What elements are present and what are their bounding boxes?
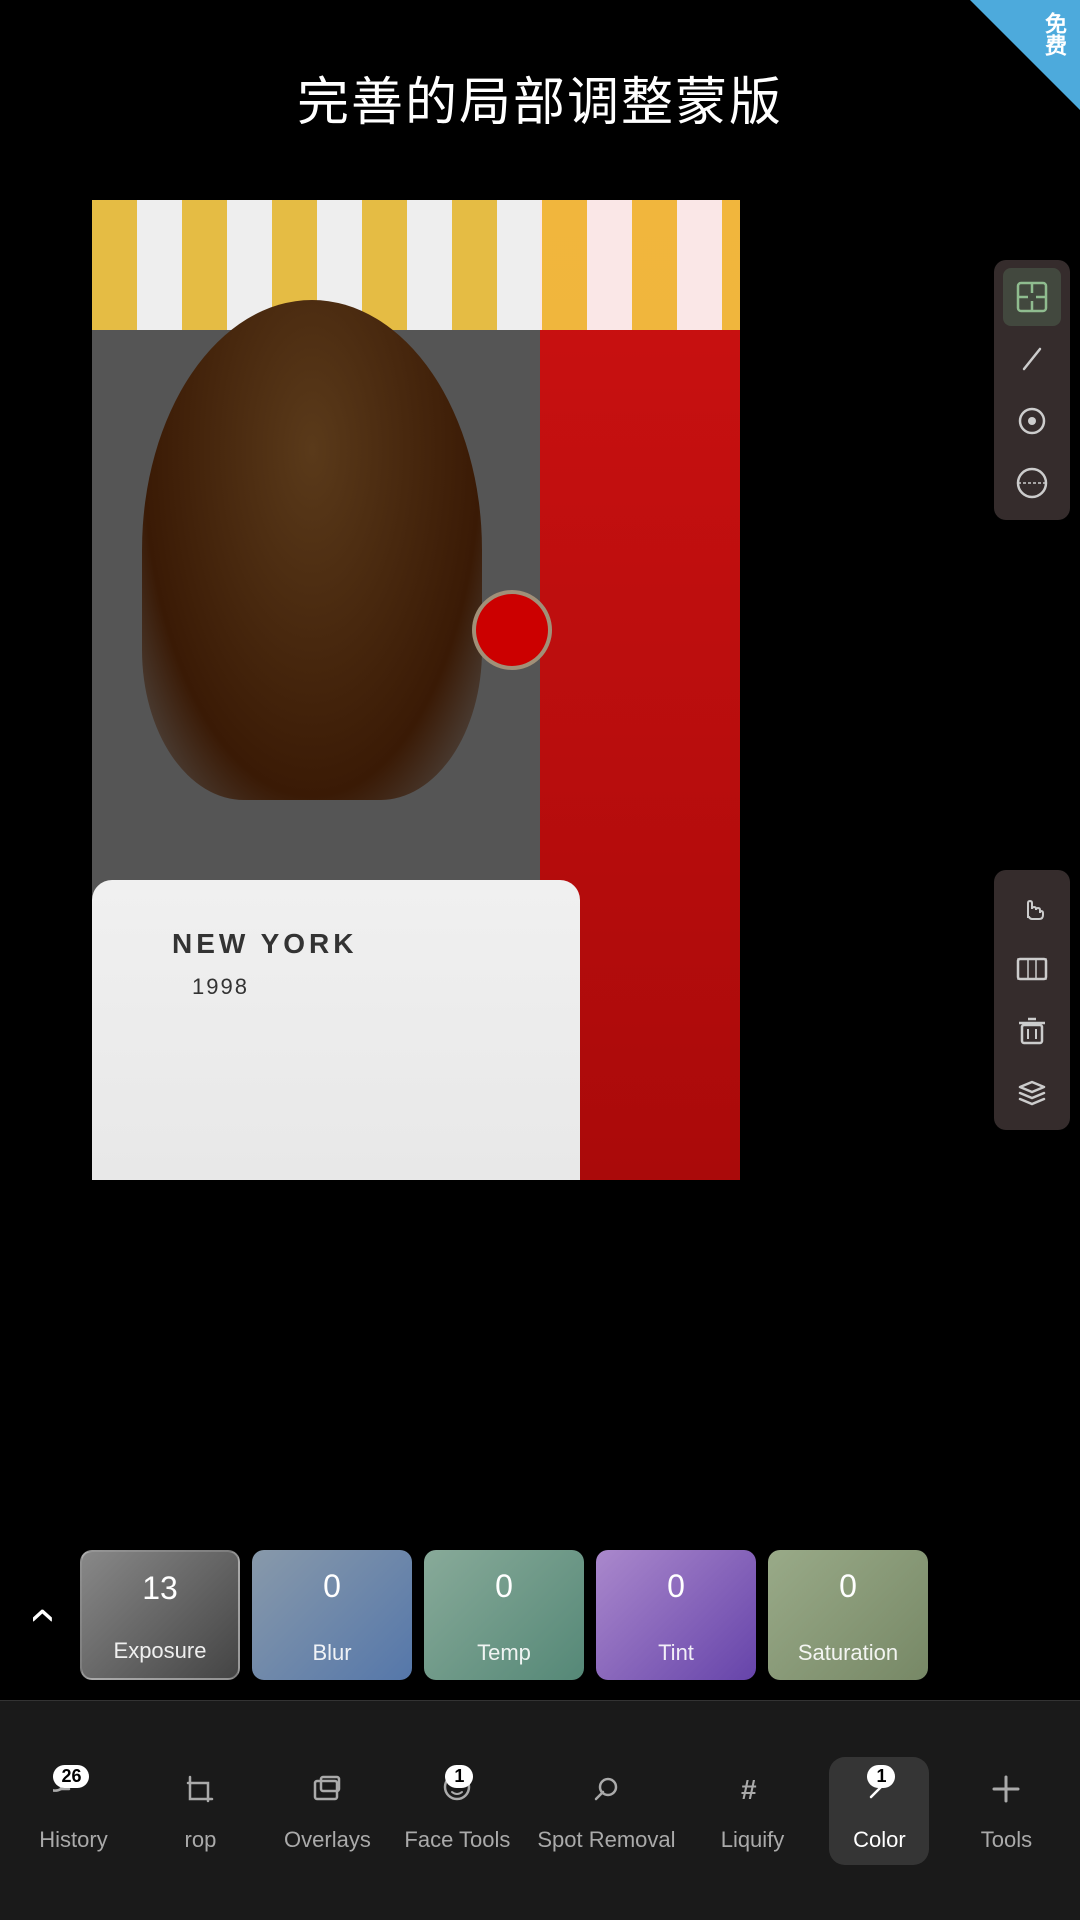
svg-text:#: # — [741, 1774, 757, 1805]
nav-icon-spot-removal — [586, 1769, 626, 1819]
nav-icon-overlays — [307, 1769, 347, 1819]
radial-tool-button[interactable] — [1003, 392, 1061, 450]
nav-label-overlays: Overlays — [284, 1827, 371, 1853]
linear-tool-button[interactable] — [1003, 454, 1061, 512]
nav-icon-face-tools: 1 — [437, 1769, 477, 1819]
delete-icon — [1014, 1013, 1050, 1049]
radial-icon — [1014, 403, 1050, 439]
nav-badge-face-tools: 1 — [445, 1765, 473, 1788]
nav-icon-crop — [180, 1769, 220, 1819]
top-banner: 完善的局部调整蒙版 — [0, 0, 1080, 165]
nav-item-color[interactable]: 1 Color — [829, 1757, 929, 1865]
nav-item-tools[interactable]: Tools — [956, 1769, 1056, 1853]
photo-canvas[interactable]: NEW YORK 1998 — [92, 200, 740, 1180]
selection-indicator[interactable] — [472, 590, 552, 670]
nav-item-crop[interactable]: rop — [150, 1769, 250, 1853]
nav-label-liquify: Liquify — [721, 1827, 785, 1853]
layers-icon — [1014, 1075, 1050, 1111]
nav-badge-history: 26 — [53, 1765, 89, 1788]
nav-item-overlays[interactable]: Overlays — [277, 1769, 377, 1853]
adj-value-saturation: 0 — [768, 1568, 928, 1605]
adj-value-temp: 0 — [424, 1568, 584, 1605]
adj-item-saturation[interactable]: 0 Saturation — [768, 1550, 928, 1680]
nav-label-tools: Tools — [981, 1827, 1032, 1853]
adj-collapse-button[interactable]: ‹ — [10, 1540, 80, 1690]
nav-item-face-tools[interactable]: 1 Face Tools — [404, 1769, 510, 1853]
nav-icon-tools — [986, 1769, 1026, 1819]
adj-item-temp[interactable]: 0 Temp — [424, 1550, 584, 1680]
bottom-nav: 26 History rop Overlays 1 Face Tools Spo… — [0, 1700, 1080, 1920]
photo-awning — [92, 200, 740, 330]
nav-label-history: History — [39, 1827, 107, 1853]
layers-tool-button[interactable] — [1003, 1064, 1061, 1122]
nav-label-crop: rop — [185, 1827, 217, 1853]
shirt-text-year: 1998 — [192, 974, 249, 1000]
adj-value-exposure: 13 — [82, 1570, 238, 1607]
transform-tool-button[interactable] — [1003, 940, 1061, 998]
nav-icon-color: 1 — [859, 1769, 899, 1819]
adj-label-tint: Tint — [658, 1640, 694, 1666]
nav-item-history[interactable]: 26 History — [23, 1769, 123, 1853]
adj-label-exposure: Exposure — [114, 1638, 207, 1664]
nav-badge-color: 1 — [867, 1765, 895, 1788]
transform-icon — [1014, 951, 1050, 987]
select-tool-button[interactable] — [1003, 268, 1061, 326]
select-icon — [1014, 279, 1050, 315]
nav-label-color: Color — [853, 1827, 906, 1853]
photo-hair — [142, 300, 482, 800]
toolbar-bottom — [994, 870, 1070, 1130]
adj-items-container: 13 Exposure 0 Blur 0 Temp 0 Tint 0 Satur… — [80, 1550, 934, 1680]
adjustment-strip: ‹ 13 Exposure 0 Blur 0 Temp 0 Tint 0 Sat… — [0, 1540, 1080, 1690]
adj-label-blur: Blur — [312, 1640, 351, 1666]
nav-icon-liquify: # — [733, 1769, 773, 1819]
nav-item-liquify[interactable]: # Liquify — [703, 1769, 803, 1853]
nav-item-spot-removal[interactable]: Spot Removal — [537, 1769, 675, 1853]
hand-tool-button[interactable] — [1003, 878, 1061, 936]
adj-value-blur: 0 — [252, 1568, 412, 1605]
photo-shirt — [92, 880, 580, 1180]
nav-label-spot-removal: Spot Removal — [537, 1827, 675, 1853]
adj-item-exposure[interactable]: 13 Exposure — [80, 1550, 240, 1680]
delete-tool-button[interactable] — [1003, 1002, 1061, 1060]
toolbar-top — [994, 260, 1070, 520]
brush-tool-button[interactable] — [1003, 330, 1061, 388]
adj-value-tint: 0 — [596, 1568, 756, 1605]
hand-icon — [1014, 889, 1050, 925]
shirt-text-newyork: NEW YORK — [172, 928, 358, 960]
nav-icon-history: 26 — [53, 1769, 93, 1819]
adj-item-tint[interactable]: 0 Tint — [596, 1550, 756, 1680]
page-title: 完善的局部调整蒙版 — [297, 60, 783, 135]
linear-icon — [1014, 465, 1050, 501]
brush-icon — [1014, 341, 1050, 377]
adj-label-saturation: Saturation — [798, 1640, 898, 1666]
nav-items-container: 26 History rop Overlays 1 Face Tools Spo… — [10, 1757, 1070, 1865]
adj-label-temp: Temp — [477, 1640, 531, 1666]
adj-item-blur[interactable]: 0 Blur — [252, 1550, 412, 1680]
nav-label-face-tools: Face Tools — [404, 1827, 510, 1853]
